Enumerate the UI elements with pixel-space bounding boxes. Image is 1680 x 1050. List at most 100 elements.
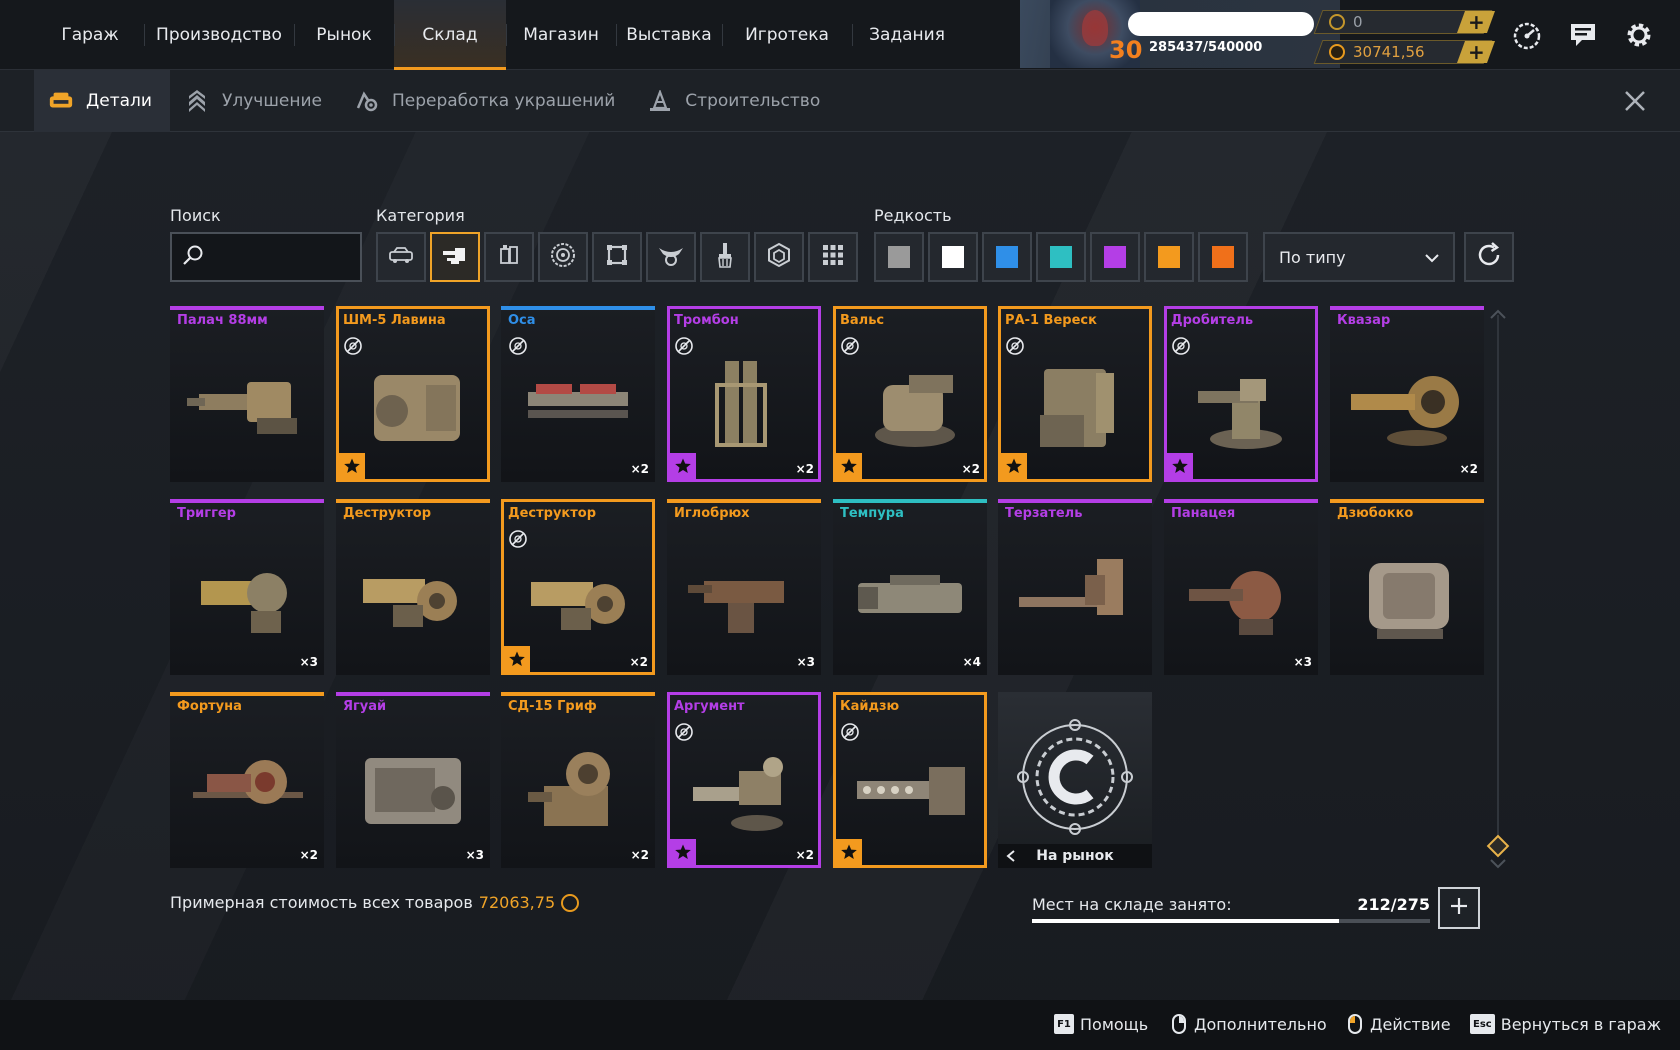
item-card[interactable]: Дробитель xyxy=(1164,306,1318,482)
rarity-filter-button[interactable] xyxy=(874,232,924,282)
item-card[interactable]: Деструктор ×2 xyxy=(501,499,655,675)
item-card[interactable]: Иглобрюх ×3 xyxy=(667,499,821,675)
nav-label: Игротека xyxy=(745,24,829,45)
category-paint-button[interactable] xyxy=(700,232,750,282)
refresh-button[interactable] xyxy=(1464,232,1514,282)
chevron-down-icon xyxy=(1423,249,1441,271)
category-cabins-button[interactable] xyxy=(376,232,426,282)
rarity-filter-button[interactable] xyxy=(1036,232,1086,282)
crossout-logo-icon xyxy=(1017,719,1133,835)
nav-item-shop[interactable]: Магазин xyxy=(506,0,616,70)
scroll-down-arrow-icon[interactable] xyxy=(1488,856,1508,870)
search-input[interactable] xyxy=(212,248,362,266)
tab-upgrade[interactable]: Улучшение xyxy=(170,70,340,132)
rarity-stripe xyxy=(1330,499,1484,503)
item-card[interactable]: Оса ×2 xyxy=(501,306,655,482)
chat-icon[interactable] xyxy=(1568,20,1598,50)
item-quantity: ×2 xyxy=(795,848,814,862)
add-coupons-button[interactable]: + xyxy=(1456,10,1496,34)
item-image xyxy=(353,738,473,838)
go-to-market-card[interactable]: На рынок xyxy=(998,692,1152,868)
item-card[interactable]: Палач 88мм xyxy=(170,306,324,482)
close-icon[interactable] xyxy=(1620,86,1650,116)
nav-item-garage[interactable]: Гараж xyxy=(36,0,144,70)
tab-construction[interactable]: Строительство xyxy=(633,70,838,132)
item-image xyxy=(187,738,307,838)
category-weapons-button[interactable] xyxy=(430,232,480,282)
sort-dropdown[interactable]: По типу xyxy=(1263,232,1455,282)
star-icon xyxy=(1167,453,1193,479)
item-card[interactable]: РА-1 Вереск xyxy=(998,306,1152,482)
item-card[interactable]: Дзюбокко xyxy=(1330,499,1484,675)
item-quantity: ×2 xyxy=(1459,462,1478,476)
item-card[interactable]: Деструктор xyxy=(336,499,490,675)
item-name: Вальс xyxy=(840,313,885,328)
nav-item-exhibition[interactable]: Выставка xyxy=(616,0,722,70)
category-wheels-button[interactable] xyxy=(538,232,588,282)
coin-icon xyxy=(1329,44,1345,60)
settings-gear-icon[interactable] xyxy=(1624,20,1654,50)
scrollbar-track[interactable] xyxy=(1497,315,1499,855)
item-card[interactable]: Триггер ×3 xyxy=(170,499,324,675)
item-card[interactable]: Темпура ×4 xyxy=(833,499,987,675)
nav-item-production[interactable]: Производство xyxy=(144,0,294,70)
tab-decor-recycling[interactable]: Переработка украшений xyxy=(340,70,633,132)
rarity-filter-button[interactable] xyxy=(928,232,978,282)
rarity-swatch xyxy=(942,246,964,268)
item-quantity: ×2 xyxy=(629,655,648,669)
item-image xyxy=(1181,545,1301,645)
item-name: Триггер xyxy=(177,506,236,521)
player-profile[interactable]: 30 285437/540000 xyxy=(1020,0,1340,68)
expand-storage-button[interactable] xyxy=(1438,887,1480,929)
item-image xyxy=(518,352,638,452)
speedometer-icon[interactable] xyxy=(1512,20,1542,50)
no-trade-icon xyxy=(840,722,860,742)
nav-item-game-room[interactable]: Игротека xyxy=(722,0,852,70)
item-name: РА-1 Вереск xyxy=(1005,313,1097,328)
star-icon xyxy=(670,839,696,865)
category-modules-button[interactable] xyxy=(484,232,534,282)
hint-more[interactable]: Дополнительно xyxy=(1172,1014,1327,1034)
item-card[interactable]: Фортуна ×2 xyxy=(170,692,324,868)
rarity-filter-button[interactable] xyxy=(1090,232,1140,282)
item-card[interactable]: Аргумент ×2 xyxy=(667,692,821,868)
item-card[interactable]: Панацея ×3 xyxy=(1164,499,1318,675)
nav-label: Рынок xyxy=(316,24,372,45)
item-card[interactable]: Терзатель xyxy=(998,499,1152,675)
control-hints-bar: F1 Помощь Дополнительно Действие Esc Вер… xyxy=(0,1000,1680,1050)
nav-item-tasks[interactable]: Задания xyxy=(852,0,962,70)
rarity-filter-button[interactable] xyxy=(982,232,1032,282)
nav-item-market[interactable]: Рынок xyxy=(294,0,394,70)
cabin-icon xyxy=(388,246,414,268)
category-decor-button[interactable] xyxy=(646,232,696,282)
rarity-filter-button[interactable] xyxy=(1198,232,1248,282)
hint-help[interactable]: F1 Помощь xyxy=(1054,1014,1148,1034)
category-parts-button[interactable] xyxy=(754,232,804,282)
item-quantity: ×2 xyxy=(299,848,318,862)
item-card[interactable]: Тромбон ×2 xyxy=(667,306,821,482)
search-field[interactable] xyxy=(170,232,362,282)
nav-label: Гараж xyxy=(61,24,119,45)
item-card[interactable]: ШМ-5 Лавина xyxy=(336,306,490,482)
hint-back-to-garage[interactable]: Esc Вернуться в гараж xyxy=(1470,1014,1661,1034)
add-coins-button[interactable]: + xyxy=(1456,40,1496,64)
rarity-filter-button[interactable] xyxy=(1144,232,1194,282)
market-bar: На рынок xyxy=(998,844,1152,868)
item-card[interactable]: Ягуай ×3 xyxy=(336,692,490,868)
item-card[interactable]: СД-15 Гриф ×2 xyxy=(501,692,655,868)
item-card[interactable]: Вальс ×2 xyxy=(833,306,987,482)
nav-item-storage[interactable]: Склад xyxy=(394,0,506,70)
rarity-label: Редкость xyxy=(874,206,952,225)
category-frames-button[interactable] xyxy=(592,232,642,282)
item-card[interactable]: Кайдзю xyxy=(833,692,987,868)
item-card[interactable]: Квазар ×2 xyxy=(1330,306,1484,482)
nav-label: Производство xyxy=(156,24,282,45)
category-all-button[interactable] xyxy=(808,232,858,282)
search-icon xyxy=(182,244,204,270)
tab-parts[interactable]: Детали xyxy=(34,69,170,132)
tab-label: Детали xyxy=(86,90,152,111)
coupon-icon xyxy=(1329,14,1345,30)
rarity-stripe xyxy=(501,306,655,310)
f1-key-icon: F1 xyxy=(1054,1014,1074,1034)
hint-action[interactable]: Действие xyxy=(1348,1014,1451,1034)
